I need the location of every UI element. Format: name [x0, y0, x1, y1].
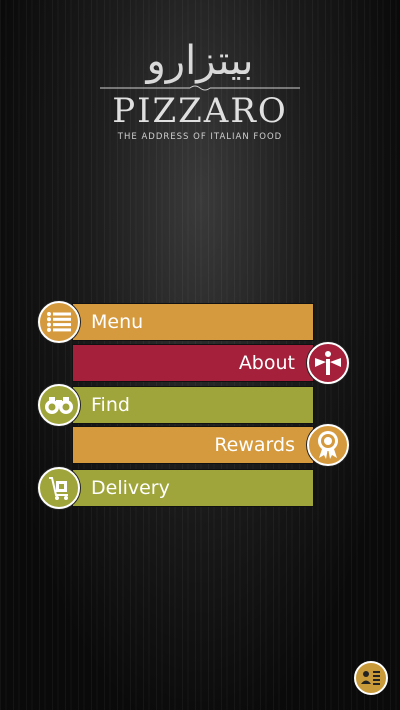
about-button-label: About [238, 352, 295, 374]
info-bow-icon[interactable] [307, 342, 349, 384]
find-button[interactable]: Find [72, 386, 314, 424]
logo-arabic-name: بيتزارو [144, 38, 253, 84]
binoculars-icon[interactable] [38, 384, 80, 426]
menu-button-label: Menu [91, 311, 144, 333]
brand-logo: بيتزارو PIZZARO THE ADDRESS OF ITALIAN F… [0, 30, 400, 142]
menu-button[interactable]: Menu [72, 303, 314, 341]
rewards-button[interactable]: Rewards [72, 426, 314, 464]
find-button-label: Find [91, 394, 130, 416]
delivery-cart-icon[interactable] [38, 467, 80, 509]
contact-card-icon[interactable] [354, 661, 388, 695]
logo-tagline: THE ADDRESS OF ITALIAN FOOD [117, 132, 283, 142]
about-button[interactable]: About [72, 344, 314, 382]
rewards-button-label: Rewards [214, 434, 295, 456]
logo-name: PIZZARO [112, 91, 288, 131]
delivery-button[interactable]: Delivery [72, 469, 314, 507]
delivery-button-label: Delivery [91, 477, 170, 499]
logo-ornament-icon: بيتزارو [100, 38, 300, 91]
list-icon[interactable] [38, 301, 80, 343]
award-rosette-icon[interactable] [307, 424, 349, 466]
